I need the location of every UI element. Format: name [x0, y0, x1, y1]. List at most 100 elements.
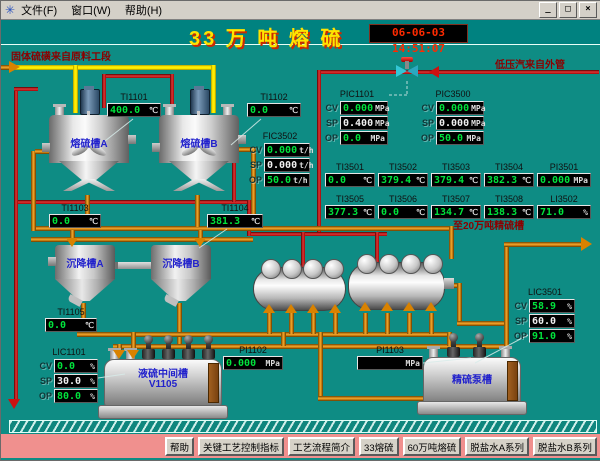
drum-dome [401, 254, 421, 274]
controller-lic3501[interactable]: LIC3501CV58.9%SP60.0%OP91.0% [514, 287, 576, 343]
pipe [457, 283, 462, 325]
controller-row-key: SP [39, 376, 52, 386]
flow-arrow-into-mid-tank [127, 350, 139, 359]
controller-fic3502[interactable]: FIC3502CV0.000t/hSP0.000t/hOP50.0t/h [249, 131, 311, 187]
tank-cone [169, 161, 229, 181]
pipe [14, 87, 38, 91]
indicator-ti3503: TI3503379.4℃ [431, 162, 481, 187]
controller-lic1101[interactable]: LIC1101CV0.0%SP30.0%OP80.0% [39, 347, 99, 403]
pipe [429, 313, 434, 334]
desalted-water-series-b-button[interactable]: 脱盐水B系列 [533, 437, 597, 456]
indicator-pi1103: PI1103MPa [357, 345, 423, 370]
settle-tank-b: 沉降槽B [151, 241, 211, 309]
steam-source-label: 低压汽来自外管 [495, 56, 565, 71]
controller-tag: FIC3502 [249, 131, 311, 142]
key-process-control-indicators-button[interactable]: 关键工艺控制指标 [198, 437, 284, 456]
desalted-water-series-a-button[interactable]: 脱盐水A系列 [465, 437, 529, 456]
indicator-ti3501: TI35010.0℃ [325, 162, 375, 187]
indicator-display: 400.0℃ [107, 103, 161, 117]
drum-dome [324, 259, 344, 279]
menu-bar: ✳ 文件(F) 窗口(W) 帮助(H) _ □ × [1, 1, 600, 20]
pipe [407, 313, 412, 334]
pump-icon [202, 335, 215, 359]
indicator-display: 71.0% [537, 205, 591, 219]
indicator-display: 0.0℃ [378, 205, 428, 219]
pump-icon [162, 335, 175, 359]
indicator-ti3506: TI35060.0℃ [378, 194, 428, 219]
close-button[interactable]: × [579, 2, 597, 18]
controller-row-key: OP [514, 331, 527, 341]
controller-row-display: 58.9% [529, 299, 575, 313]
indicator-display: MPa [357, 356, 423, 370]
pump-icon [182, 335, 195, 359]
page-title: 33 万 吨 熔 硫 [189, 22, 343, 51]
controller-pic3500[interactable]: PIC3500CV0.000MPaSP0.000MPaOP50.0MPa [421, 89, 485, 145]
pipe [504, 242, 584, 247]
equipment-label: 熔硫槽B [159, 135, 239, 150]
indicator-tag: TI3505 [325, 194, 375, 205]
equipment-label: 沉降槽B [151, 255, 211, 270]
indicator-tag: TI1102 [247, 92, 301, 103]
indicator-ti3508: TI3508138.3℃ [484, 194, 534, 219]
melt-sulfur-33-button[interactable]: 33熔硫 [359, 437, 399, 456]
controller-row-key: SP [249, 160, 262, 170]
tank-base [98, 405, 228, 419]
horizontal-scrollbar[interactable] [9, 420, 597, 433]
controller-row-display: 50.0MPa [436, 131, 484, 145]
controller-row-key: CV [39, 361, 52, 371]
indicator-ti1103: TI11030.0℃ [49, 203, 101, 228]
minimize-button[interactable]: _ [539, 2, 557, 18]
pipe [247, 232, 387, 236]
controller-row-key: CV [249, 145, 262, 155]
pipe [70, 230, 75, 238]
indicator-ti3504: TI3504382.3℃ [484, 162, 534, 187]
controller-row-key: CV [325, 103, 338, 113]
window-controls: _ □ × [539, 2, 597, 18]
clock-display: 06-06-03 14:51:07 [369, 24, 468, 43]
pipe [31, 151, 36, 231]
indicator-tag: PI1103 [357, 345, 423, 356]
controller-row-display: 0.000t/h [264, 143, 310, 157]
menu-file[interactable]: 文件(F) [21, 2, 57, 18]
indicator-tag: TI3504 [484, 162, 534, 173]
indicator-display: 0.0℃ [325, 173, 375, 187]
pipe [333, 313, 338, 334]
equipment-label: 沉降槽A [55, 255, 115, 270]
flow-arrow-into-drum1 [263, 304, 275, 313]
controller-tag: LIC3501 [514, 287, 576, 298]
flow-arrow-outlet-right [581, 237, 592, 251]
controller-pic1101[interactable]: PIC1101CV0.000MPaSP0.400MPaOP0.0MPa [325, 89, 389, 145]
indicator-ti3502: TI3502379.4℃ [378, 162, 428, 187]
controller-row-key: SP [514, 316, 527, 326]
pump-icon [447, 333, 460, 357]
menu-help[interactable]: 帮助(H) [125, 2, 162, 18]
controller-row-key: OP [421, 133, 434, 143]
indicator-display: 0.0℃ [247, 103, 301, 117]
drum-dome [303, 259, 323, 279]
indicator-display: 0.0℃ [45, 318, 97, 332]
indicator-tag: TI1103 [49, 203, 101, 214]
process-flow-intro-button[interactable]: 工艺流程简介 [288, 437, 355, 456]
indicator-ti1101: TI1101400.0℃ [107, 92, 161, 117]
equipment-label: 液硫中间槽 [104, 365, 222, 380]
pipe [267, 313, 272, 334]
menu-window[interactable]: 窗口(W) [71, 2, 111, 18]
indicator-tag: LI3502 [537, 194, 591, 205]
pipe [15, 65, 212, 70]
pipe [289, 313, 294, 334]
restore-button[interactable]: □ [559, 2, 577, 18]
flow-arrow-into-drum1 [307, 304, 319, 313]
steam-control-valve[interactable] [394, 57, 420, 81]
tank-base [417, 401, 527, 415]
pipe [317, 70, 321, 233]
controller-row-display: 0.400MPa [340, 116, 388, 130]
pipe [363, 313, 368, 334]
pipe [375, 232, 379, 262]
controller-row-display: 60.0% [529, 314, 575, 328]
melt-sulfur-600k-ton-button[interactable]: 60万吨熔硫 [403, 437, 462, 456]
pipe [195, 195, 200, 227]
melt-tank-b: 熔硫槽B [159, 89, 239, 193]
flow-arrow-steam-in [429, 66, 439, 78]
help-button[interactable]: 帮助 [165, 437, 194, 456]
flow-arrow-into-drum1 [329, 304, 341, 313]
